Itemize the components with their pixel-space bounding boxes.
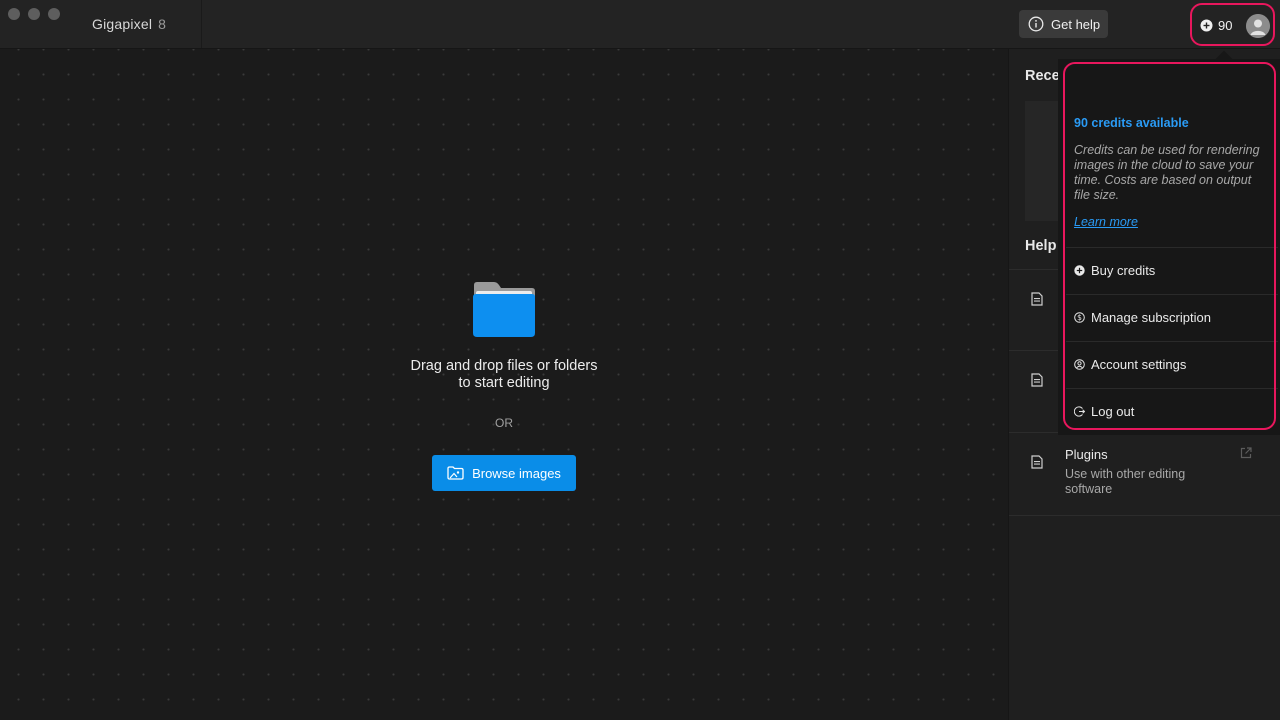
get-help-button[interactable]: Get help <box>1019 10 1108 38</box>
manage-subscription-item[interactable]: $ Manage subscription <box>1066 294 1278 340</box>
plus-circle-icon <box>1200 19 1213 31</box>
document-icon <box>1031 373 1043 387</box>
app-name: Gigapixel <box>92 16 153 32</box>
document-icon <box>1031 292 1043 306</box>
drop-zone[interactable]: Drag and drop files or folders to start … <box>0 49 1008 720</box>
credits-account-button[interactable]: 90 <box>1190 3 1275 46</box>
title-divider <box>201 0 202 48</box>
dollar-circle-icon: $ <box>1074 312 1085 323</box>
drop-line-1: Drag and drop files or folders <box>410 358 598 374</box>
log-out-label: Log out <box>1091 404 1135 419</box>
user-circle-icon <box>1074 359 1085 370</box>
plugins-title: Plugins <box>1065 447 1108 462</box>
account-settings-label: Account settings <box>1091 357 1187 372</box>
or-separator: OR <box>495 416 513 430</box>
drop-line-2: to start editing <box>458 375 550 391</box>
credits-dropdown: 90 credits available Credits can be used… <box>1058 59 1280 435</box>
buy-credits-item[interactable]: Buy credits <box>1066 247 1278 293</box>
folder-icon <box>473 282 535 337</box>
user-avatar-icon <box>1246 14 1270 38</box>
app-title: Gigapixel 8 <box>92 16 166 32</box>
document-icon <box>1031 455 1043 469</box>
minimize-window-button[interactable] <box>28 8 40 20</box>
log-out-item[interactable]: Log out <box>1066 388 1278 434</box>
app-version: 8 <box>158 16 167 32</box>
close-window-button[interactable] <box>8 8 20 20</box>
external-link-icon[interactable] <box>1240 447 1252 459</box>
info-icon <box>1028 16 1044 32</box>
svg-text:$: $ <box>1077 313 1082 322</box>
recent-heading: Rece <box>1025 68 1060 84</box>
account-settings-item[interactable]: Account settings <box>1066 341 1278 387</box>
avatar[interactable] <box>1246 14 1270 38</box>
plugins-item[interactable]: Plugins Use with other editing software <box>1009 432 1280 516</box>
credits-available: 90 credits available <box>1074 116 1189 130</box>
maximize-window-button[interactable] <box>48 8 60 20</box>
logout-icon <box>1074 406 1085 417</box>
credits-count: 90 <box>1218 17 1233 33</box>
drop-instructions: Drag and drop files or folders to start … <box>354 358 654 392</box>
credits-description: Credits can be used for rendering images… <box>1074 143 1260 202</box>
image-folder-icon <box>447 466 464 480</box>
plus-circle-icon <box>1074 265 1085 276</box>
manage-subscription-label: Manage subscription <box>1091 310 1211 325</box>
browse-images-label: Browse images <box>472 465 561 481</box>
help-heading: Help <box>1025 238 1057 254</box>
title-bar: Gigapixel 8 Get help 90 <box>0 0 1280 49</box>
learn-more-link[interactable]: Learn more <box>1074 215 1138 229</box>
buy-credits-label: Buy credits <box>1091 263 1156 278</box>
browse-images-button[interactable]: Browse images <box>432 455 576 491</box>
get-help-label: Get help <box>1051 16 1101 32</box>
plugins-description: Use with other editing software <box>1065 467 1186 496</box>
